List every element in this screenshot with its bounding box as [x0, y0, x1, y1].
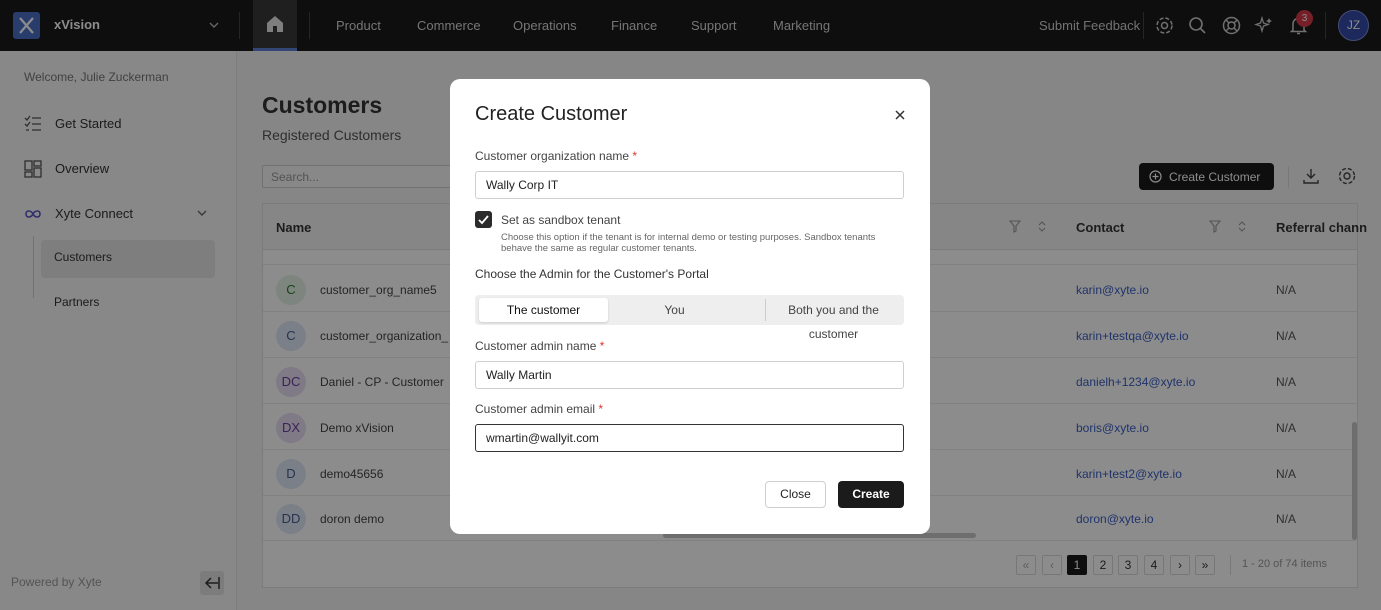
- required-mark: *: [599, 339, 605, 353]
- divider: [765, 299, 766, 321]
- required-mark: *: [632, 149, 638, 163]
- admin-name-input[interactable]: [475, 361, 904, 389]
- admin-name-label: Customer admin name *: [475, 339, 604, 353]
- admin-segmented-control: The customer You Both you and the custom…: [475, 295, 904, 341]
- admin-option-customer[interactable]: The customer: [479, 298, 608, 322]
- create-customer-modal: Create Customer Customer organization na…: [450, 79, 930, 534]
- close-icon[interactable]: [893, 108, 907, 122]
- org-name-input[interactable]: [475, 171, 904, 199]
- admin-email-label-text: Customer admin email: [475, 402, 596, 416]
- admin-section-label: Choose the Admin for the Customer's Port…: [475, 267, 709, 281]
- sandbox-label[interactable]: Set as sandbox tenant: [501, 213, 620, 227]
- required-mark: *: [598, 402, 604, 416]
- create-button[interactable]: Create: [838, 481, 904, 508]
- admin-email-input[interactable]: [475, 424, 904, 452]
- admin-email-label: Customer admin email *: [475, 402, 603, 416]
- sandbox-checkbox[interactable]: [475, 211, 492, 228]
- admin-option-both[interactable]: Both you and the customer: [767, 298, 900, 341]
- close-button[interactable]: Close: [765, 481, 826, 508]
- org-name-label: Customer organization name *: [475, 149, 637, 163]
- sandbox-help-text: Choose this option if the tenant is for …: [501, 232, 876, 254]
- admin-option-you[interactable]: You: [610, 298, 739, 322]
- admin-name-label-text: Customer admin name: [475, 339, 597, 353]
- checkmark-icon: [478, 215, 489, 225]
- org-name-label-text: Customer organization name: [475, 149, 630, 163]
- modal-title: Create Customer: [475, 103, 628, 125]
